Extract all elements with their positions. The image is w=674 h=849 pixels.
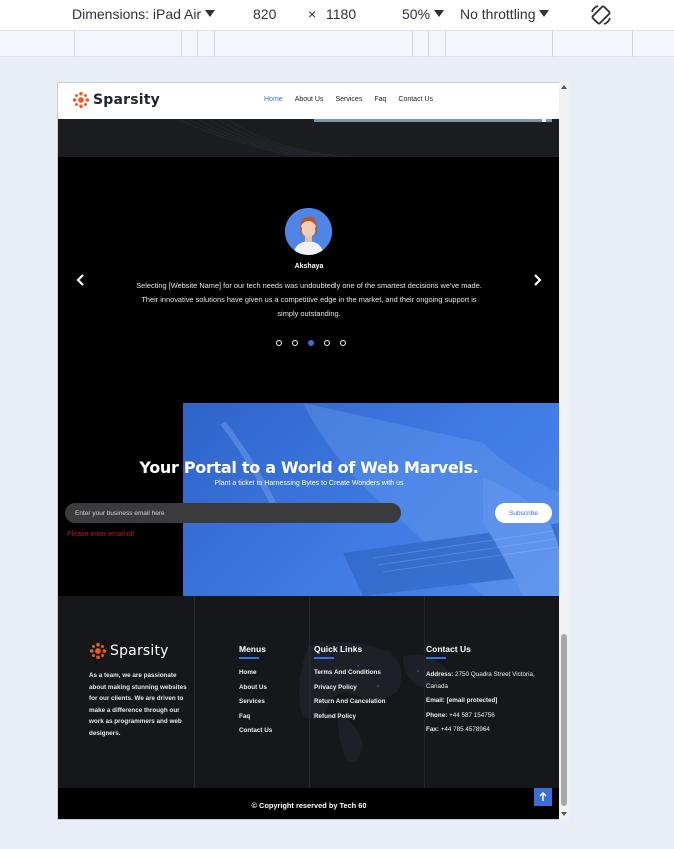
newsletter-email-input[interactable] [65, 503, 401, 523]
hero-background-lines [177, 119, 552, 157]
heading-underline [239, 657, 259, 659]
caret-down-icon [539, 10, 550, 17]
footer-brand-name: Sparsity [110, 643, 169, 659]
contact-fax: Fax: +44 785 4578964 [426, 726, 490, 733]
carousel-dot-2[interactable] [292, 340, 298, 346]
nav-faq[interactable]: Faq [374, 96, 386, 103]
footer-menu-about-us[interactable]: About Us [239, 684, 272, 691]
nav-home[interactable]: Home [264, 96, 283, 103]
zoom-label: 50% [402, 6, 431, 22]
copyright-text: © Copyright reserved by Tech 60 [251, 801, 367, 810]
footer-quick-links-heading: Quick Links [314, 644, 363, 654]
newsletter-subtitle: Plant a ticket to Harnessing Bytes to Cr… [214, 480, 404, 487]
scroll-to-top-button[interactable] [534, 788, 552, 806]
contact-phone: Phone: +44 587 154756 [426, 711, 495, 719]
device-select[interactable]: Dimensions: iPad Air [72, 6, 216, 22]
height-input[interactable]: 1180 [326, 6, 356, 22]
chevron-right-icon[interactable] [530, 273, 544, 287]
site-logo[interactable]: Sparsity [72, 91, 160, 109]
site-navbar: Sparsity Home About Us Services Faq Cont… [58, 83, 560, 119]
footer-link-privacy[interactable]: Privacy Policy [314, 684, 386, 691]
testimonial-name: Akshaya [294, 263, 324, 270]
nav-contact-us[interactable]: Contact Us [398, 96, 433, 103]
nav-links: Home About Us Services Faq Contact Us [264, 96, 433, 103]
width-input[interactable]: 820 [253, 6, 276, 22]
device-label: Dimensions: iPad Air [72, 6, 202, 22]
person-avatar-icon [285, 208, 332, 255]
footer-menus-heading: Menus [239, 644, 266, 654]
sparsity-logo-icon [89, 642, 107, 660]
footer-logo[interactable]: Sparsity [89, 642, 169, 660]
footer-menu-services[interactable]: Services [239, 698, 272, 705]
rotate-icon[interactable] [589, 3, 613, 27]
viewport-scrollbar[interactable] [559, 82, 569, 820]
site-footer: Sparsity As a team, we are passionate ab… [58, 596, 560, 788]
heading-underline [314, 657, 334, 659]
nav-services[interactable]: Services [335, 96, 362, 103]
device-viewport: Sparsity Home About Us Services Faq Cont… [57, 82, 569, 820]
laptop-hands-image [220, 403, 560, 596]
nav-about-us[interactable]: About Us [295, 96, 324, 103]
footer-menu-faq[interactable]: Faq [239, 713, 272, 720]
caret-down-icon [434, 10, 445, 17]
carousel-dot-5[interactable] [340, 340, 346, 346]
copyright-bar: © Copyright reserved by Tech 60 [58, 788, 560, 819]
email-error-message: Please enter email id! [67, 531, 135, 538]
carousel-dot-3[interactable] [308, 340, 314, 346]
arrow-up-icon [539, 792, 547, 801]
testimonial-avatar [285, 208, 332, 255]
footer-about-text: As a team, we are passionate about makin… [89, 672, 187, 737]
carousel-dot-1[interactable] [276, 340, 282, 346]
devtools-ruler [0, 31, 674, 57]
throttling-select[interactable]: No throttling [460, 6, 550, 22]
devtools-toolbar: Dimensions: iPad Air 820 × 1180 50% No t… [0, 0, 674, 31]
contact-email[interactable]: Email: [email protected] [426, 695, 536, 707]
footer-menu-home[interactable]: Home [239, 669, 272, 676]
newsletter-background-image [183, 403, 560, 596]
footer-contact-heading: Contact Us [426, 644, 471, 654]
carousel-dot-4[interactable] [324, 340, 330, 346]
contact-address: Address: 2750 Quadra Street Victoria, Ca… [426, 671, 535, 690]
subscribe-button[interactable]: Subscribe [495, 503, 552, 523]
testimonial-carousel: Akshaya Selecting [Website Name] for our… [58, 157, 560, 403]
heading-underline [426, 657, 446, 659]
scroll-down-icon[interactable] [561, 812, 567, 816]
carousel-dots [276, 340, 346, 346]
footer-link-refund[interactable]: Refund Policy [314, 713, 386, 720]
footer-link-return[interactable]: Return And Cancelation [314, 698, 386, 705]
caret-down-icon [205, 10, 216, 17]
sparsity-logo-icon [72, 91, 90, 109]
chevron-left-icon[interactable] [74, 273, 88, 287]
throttling-label: No throttling [460, 6, 536, 22]
testimonial-quote: Selecting [Website Name] for our tech ne… [136, 281, 482, 318]
times-icon: × [308, 6, 317, 22]
footer-quick-links-list: Terms And Conditions Privacy Policy Retu… [314, 669, 386, 720]
zoom-select[interactable]: 50% [402, 6, 445, 22]
newsletter-section: Your Portal to a World of Web Marvels. P… [58, 403, 560, 596]
hero-section-remnant [58, 119, 560, 157]
scrollbar-thumb[interactable] [561, 634, 567, 806]
newsletter-title: Your Portal to a World of Web Marvels. [139, 458, 479, 477]
footer-menu-contact-us[interactable]: Contact Us [239, 727, 272, 734]
brand-name: Sparsity [93, 92, 161, 108]
scroll-up-icon[interactable] [561, 85, 567, 89]
footer-contact-details: Address: 2750 Quadra Street Victoria, Ca… [426, 669, 536, 736]
footer-menus-list: Home About Us Services Faq Contact Us [239, 669, 272, 734]
footer-link-terms[interactable]: Terms And Conditions [314, 669, 386, 676]
